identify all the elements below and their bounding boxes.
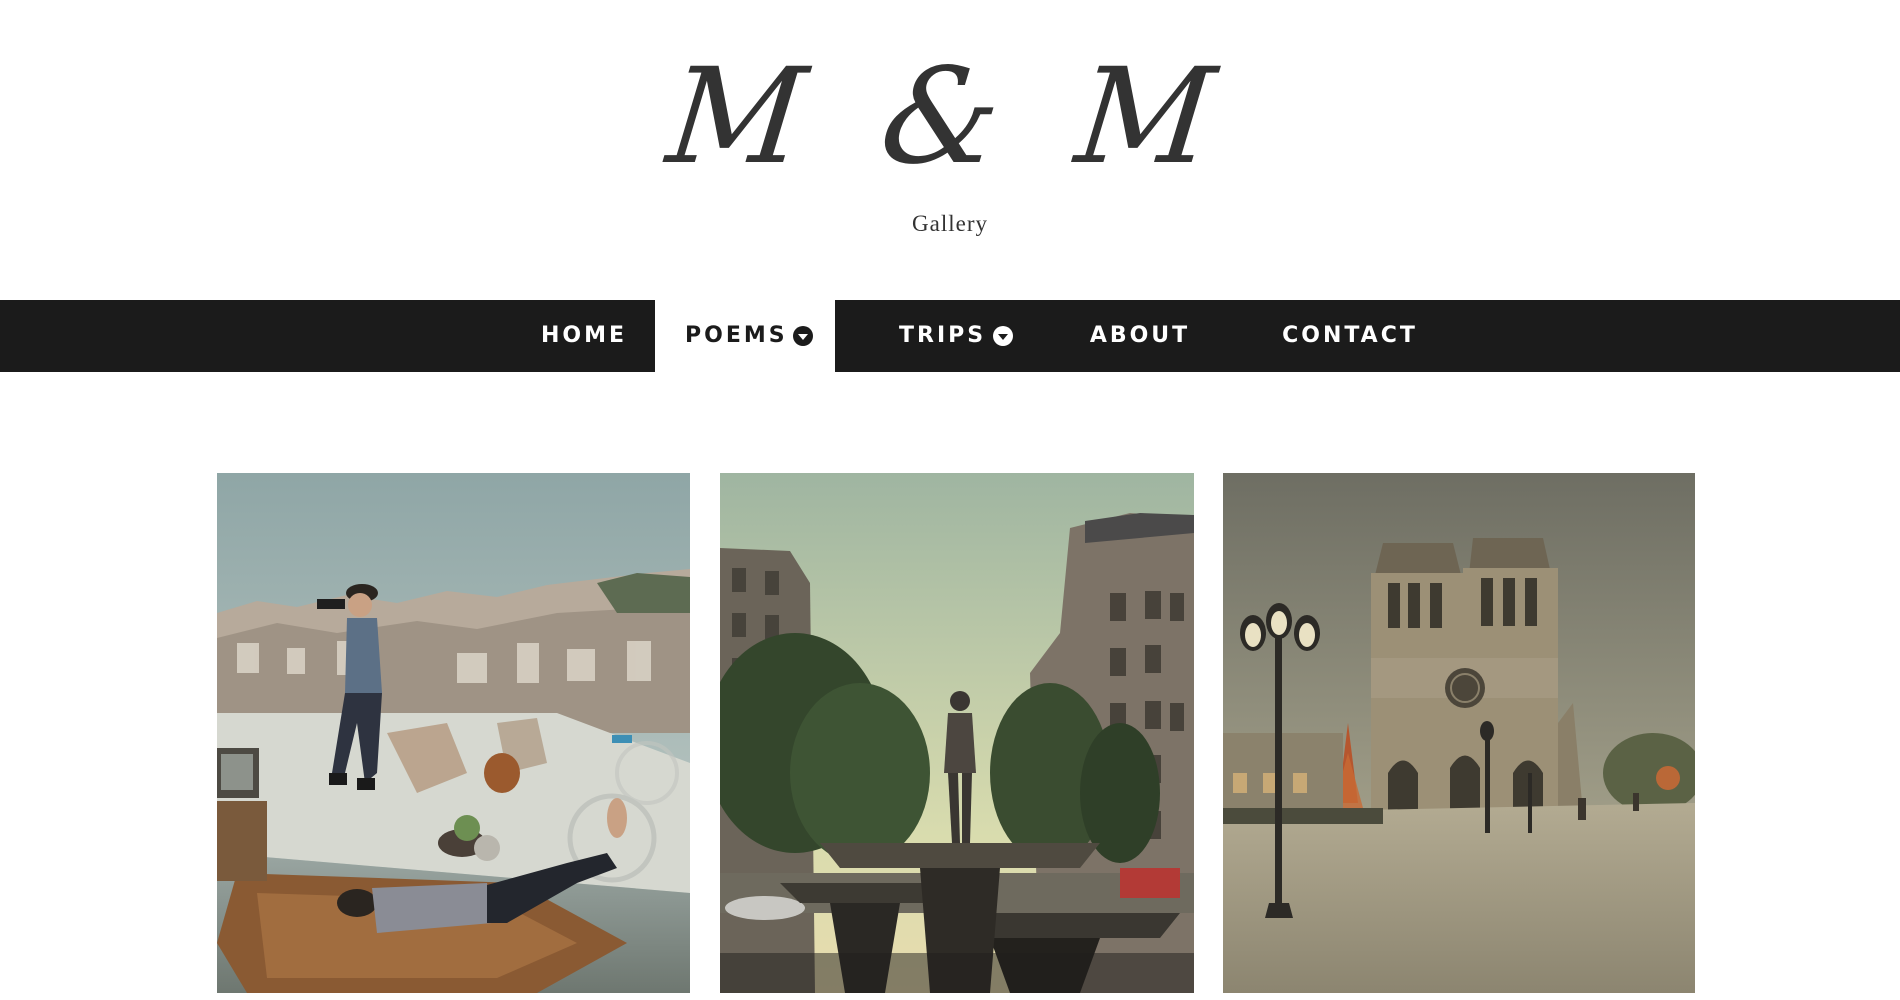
nav-item-home[interactable]: HOME — [514, 300, 654, 372]
gallery-photo-rooftop[interactable] — [217, 473, 690, 993]
nav-item-trips[interactable]: TRIPS — [835, 300, 1030, 372]
chevron-down-circle-icon[interactable] — [993, 326, 1013, 346]
nav-label-trips: TRIPS — [899, 323, 987, 348]
nav-item-poems[interactable]: POEMS — [655, 300, 835, 372]
main-navbar: HOME POEMS TRIPS ABOUT CONTACT — [0, 300, 1900, 372]
nav-item-about[interactable]: ABOUT — [1060, 300, 1220, 372]
nav-label-about: ABOUT — [1089, 323, 1191, 348]
site-logo[interactable]: M & M — [0, 40, 1900, 194]
fountain-statue-paris-street-photo — [720, 473, 1194, 993]
gallery-photo-fountain[interactable] — [720, 473, 1194, 993]
nav-label-contact: CONTACT — [1282, 323, 1418, 348]
rooftop-photographer-paris-photo — [217, 473, 690, 993]
nav-item-contact[interactable]: CONTACT — [1260, 300, 1440, 372]
site-tagline: Gallery — [912, 211, 988, 236]
nav-label-home: HOME — [540, 323, 628, 348]
nav-label-poems: POEMS — [685, 323, 788, 348]
gallery-photo-notre-dame[interactable] — [1223, 473, 1695, 993]
notre-dame-cathedral-photo — [1223, 473, 1695, 993]
chevron-down-circle-icon[interactable] — [793, 326, 813, 346]
site-header: M & M Gallery — [0, 0, 1900, 300]
